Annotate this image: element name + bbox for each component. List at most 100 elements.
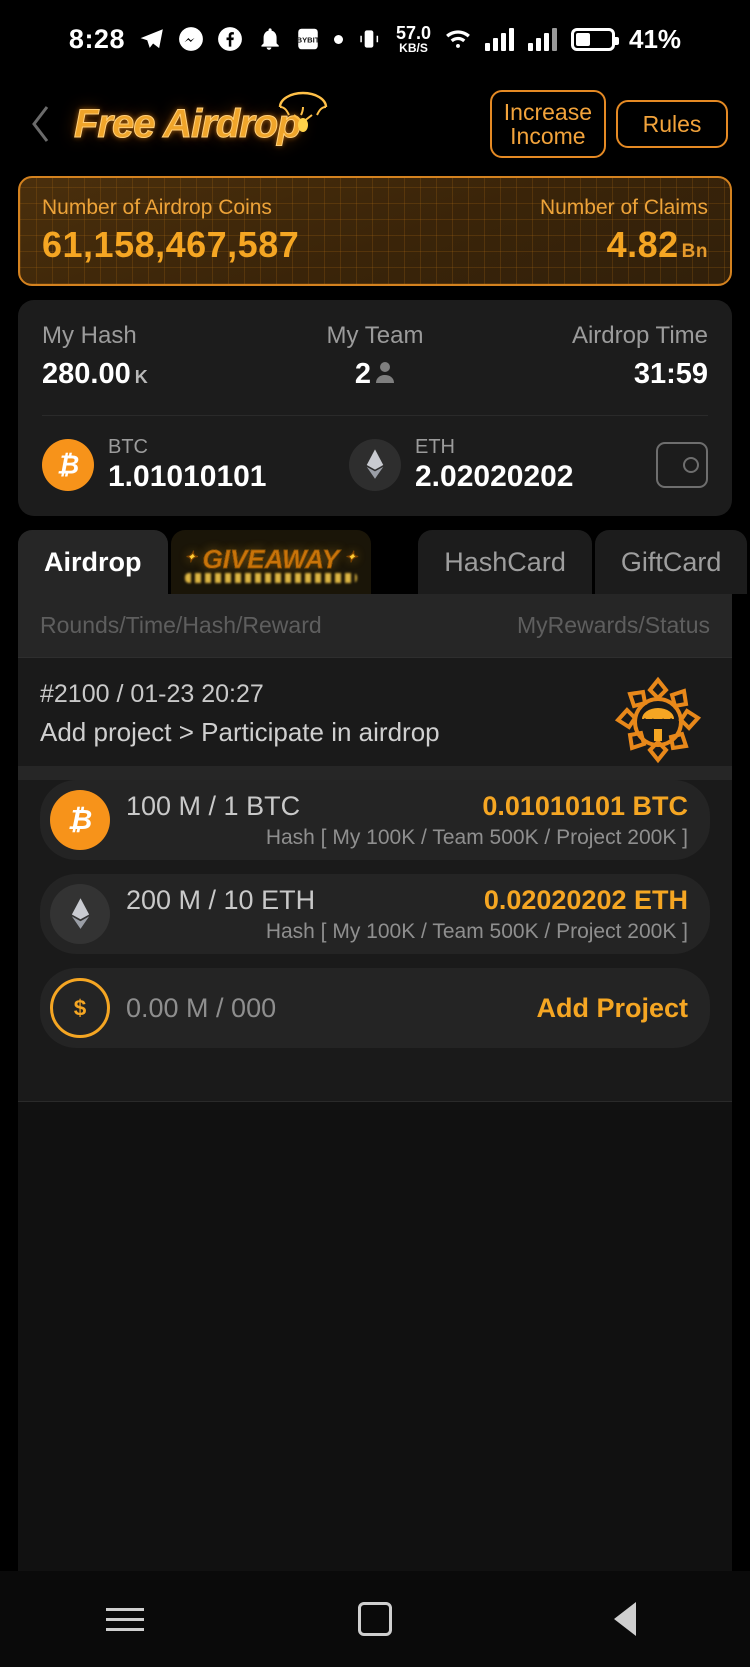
person-icon [376,362,395,383]
reward-row-eth[interactable]: 200 M / 10 ETH 0.02020202 ETH Hash [ My … [40,874,710,954]
wallet-balance-eth[interactable]: ETH 2.02020202 [349,436,656,494]
battery-percent: 41% [629,23,682,54]
airdrop-time-label: Airdrop Time [571,322,708,349]
parachute-icon [278,91,328,132]
giveaway-label: GIVEAWAY [185,542,358,577]
wallet-balances-row: ₿ BTC 1.01010101 ETH 2.02020202 [42,416,708,516]
messenger-icon [179,27,203,51]
menu-icon[interactable] [96,1590,154,1648]
system-navigation-bar [0,1571,750,1667]
telegram-icon [140,29,163,49]
add-project-button[interactable]: Add Project [536,993,688,1024]
stats-banner: Number of Airdrop Coins 61,158,467,587 N… [18,176,732,286]
dollar-icon: $ [50,978,110,1038]
eth-symbol: ETH [415,436,455,458]
claims-number: 4.82 [606,224,679,265]
bell-icon [261,28,279,50]
btc-row-hash: Hash [ My 100K / Team 500K / Project 200… [265,825,688,849]
my-hash-value: 280.00 K [42,358,264,391]
eth-row-hash: Hash [ My 100K / Team 500K / Project 200… [265,919,688,943]
reward-row-btc[interactable]: ₿ 100 M / 1 BTC 0.01010101 BTC Hash [ My… [40,780,710,860]
tab-hashcard[interactable]: HashCard [418,530,592,594]
my-team-number: 2 [354,358,372,390]
home-square-icon[interactable] [346,1590,404,1648]
increase-income-label-2: Income [510,123,586,149]
svg-text:₿: ₿ [68,804,93,835]
wallet-icon[interactable] [656,442,708,488]
column-header-right: MyRewards/Status [516,612,710,638]
round-subtitle: Add project > Participate in airdrop [40,717,440,747]
my-team-label: My Team [326,322,424,349]
status-bar: 8:28 BYBIT 57.0 KB/S 41% [0,0,750,78]
btc-row-reward: 0.01010101 BTC [482,790,688,821]
btc-symbol: BTC [108,436,148,458]
tab-giftcard[interactable]: GiftCard [594,530,748,594]
airdrop-list-panel: Rounds/Time/Hash/Reward MyRewards/Status… [18,594,732,1102]
round-id-time: #2100 / 01-23 20:27 [40,680,264,708]
battery-icon [571,27,620,51]
bitcoin-icon: ₿ [42,439,94,491]
app-header: Free Airdrop Increase Income Rules [0,78,750,170]
page-title: Free Airdrop [74,101,303,146]
list-column-headers: Rounds/Time/Hash/Reward MyRewards/Status [18,594,732,657]
vibrate-icon [360,30,379,48]
svg-text:BYBIT: BYBIT [297,35,320,44]
airdrop-coins-stat: Number of Airdrop Coins 61,158,467,587 [42,196,299,266]
btc-row-left: 100 M / 1 BTC [126,790,301,821]
increase-income-label-1: Increase [503,98,592,125]
signal-icon-2 [528,27,558,51]
add-project-row-left: 0.00 M / 000 [126,992,277,1023]
bybit-icon: BYBIT [297,28,320,50]
round-card[interactable]: #2100 / 01-23 20:27 Add project > Partic… [18,657,732,766]
signal-icon-1 [485,27,515,51]
increase-income-button[interactable]: Increase Income [489,89,606,159]
section-tabs: Airdrop GIVEAWAY HashCard GiftCard [18,530,748,594]
my-hash-label: My Hash [42,322,137,349]
my-team-stat: My Team 2 [264,322,486,391]
my-hash-stat: My Hash 280.00 K [42,322,264,391]
eth-row-reward: 0.02020202 ETH [483,884,688,915]
status-notification-icons: BYBIT [139,26,382,52]
reward-row-add-project[interactable]: $ 0.00 M / 000 Add Project [40,968,710,1048]
airdrop-coins-label: Number of Airdrop Coins [42,196,272,219]
airdrop-time-value: 31:59 [633,358,708,390]
claims-stat: Number of Claims 4.82 Bn [540,196,708,266]
app-brand: Free Airdrop [74,91,480,147]
facebook-icon [218,27,242,51]
my-hash-unit: K [134,367,148,387]
network-speed-unit: KB/S [399,41,428,55]
my-hash-number: 280.00 [42,358,131,390]
claims-label: Number of Claims [539,196,708,219]
sparkle-decoration [184,572,358,583]
network-speed: 57.0 KB/S [396,24,431,54]
user-info-card: My Hash 280.00 K My Team 2 Airdrop Time 3… [18,300,732,516]
eth-amount: 2.02020202 [415,460,574,493]
chevron-left-icon [32,106,49,142]
empty-list-area [18,1102,732,1602]
user-stats-row: My Hash 280.00 K My Team 2 Airdrop Time 3… [42,322,708,391]
status-time: 8:28 [68,23,125,54]
airdrop-time-stat: Airdrop Time 31:59 [486,322,708,391]
eth-row-left: 200 M / 10 ETH [126,884,316,915]
svg-text:$: $ [74,996,87,1021]
network-speed-value: 57.0 [395,23,432,43]
tab-airdrop[interactable]: Airdrop [18,530,168,594]
panel-bottom-divider [18,1070,732,1102]
ethereum-icon [349,439,401,491]
btc-amount: 1.01010101 [108,460,267,493]
claims-unit: Bn [681,241,708,262]
back-triangle-icon[interactable] [596,1590,654,1648]
column-header-left: Rounds/Time/Hash/Reward [40,612,322,638]
dot-icon [333,34,343,44]
rules-button[interactable]: Rules [616,99,728,149]
tab-giveaway[interactable]: GIVEAWAY [170,530,372,594]
ethereum-icon [50,884,110,944]
my-team-value: 2 [355,358,395,391]
wallet-balance-btc[interactable]: ₿ BTC 1.01010101 [42,436,349,494]
bitcoin-icon: ₿ [50,790,110,850]
back-button[interactable] [18,94,64,154]
reward-rows: ₿ 100 M / 1 BTC 0.01010101 BTC Hash [ My… [18,780,732,1070]
wifi-icon [446,30,470,48]
claims-value: 4.82 Bn [607,224,708,266]
airdrop-parachute-badge-icon [614,676,702,764]
